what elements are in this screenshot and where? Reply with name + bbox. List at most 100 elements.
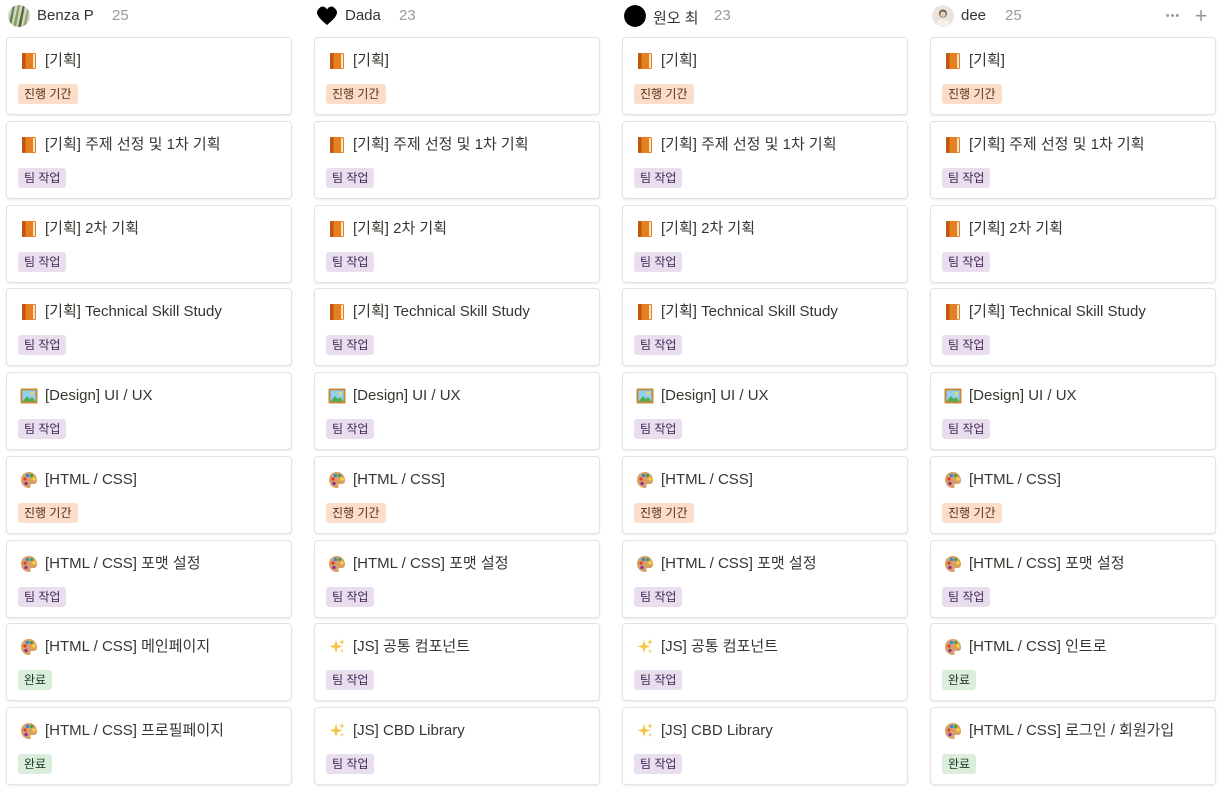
board-column: Benza P 25 [기획] 진행 기간 [기획] 주제 선정 및 1차 기획 팀 작업… [6, 0, 294, 788]
status-tag: 팀 작업 [326, 168, 375, 188]
status-tag: 팀 작업 [942, 587, 991, 607]
card-title: [JS] 공통 컴포넌트 [353, 638, 470, 655]
status-tag: 팀 작업 [942, 168, 991, 188]
status-tag: 진행 기간 [326, 503, 386, 523]
board-card[interactable]: [기획] 진행 기간 [314, 37, 600, 115]
board-card[interactable]: [JS] CBD Library 팀 작업 [314, 707, 600, 785]
board-card[interactable]: [HTML / CSS] 진행 기간 [6, 456, 292, 534]
status-tag: 진행 기간 [634, 84, 694, 104]
column-title: dee [961, 7, 987, 24]
card-title: [HTML / CSS] 메인페이지 [45, 638, 211, 655]
status-tag: 팀 작업 [326, 754, 375, 774]
board-card[interactable]: [JS] CBD Library 팀 작업 [622, 707, 908, 785]
board-card[interactable]: [기획] Technical Skill Study 팀 작업 [314, 288, 600, 366]
card-title: [기획] 주제 선정 및 1차 기획 [969, 136, 1145, 153]
board-card[interactable]: [JS] 공통 컴포넌트팀 작업 [314, 623, 600, 701]
book-icon [635, 302, 655, 322]
board-card[interactable]: [HTML / CSS] 포맷 설정팀 작업 [930, 540, 1216, 618]
board-card[interactable]: [기획] Technical Skill Study 팀 작업 [6, 288, 292, 366]
board-card[interactable]: [기획] 주제 선정 및 1차 기획 팀 작업 [6, 121, 292, 199]
board-card[interactable]: [기획] 2차 기획팀 작업 [622, 205, 908, 283]
board-view: Benza P 25 [기획] 진행 기간 [기획] 주제 선정 및 1차 기획팀 작업… [0, 0, 1229, 788]
status-tag: 팀 작업 [634, 168, 683, 188]
status-tag: 진행 기간 [18, 84, 78, 104]
board-card[interactable]: [HTML / CSS] 진행 기간 [314, 456, 600, 534]
board-card[interactable]: [기획] 2차 기획 팀 작업 [6, 205, 292, 283]
column-title: Benza P [37, 7, 94, 24]
card-title: [HTML / CSS] 포맷 설정 [45, 555, 201, 572]
board-card[interactable]: [Design] UI / UX 팀 작업 [6, 372, 292, 450]
photo-avatar [8, 5, 30, 27]
card-title: [기획] 주제 선정 및 1차 기획 [353, 136, 529, 153]
card-title: [JS] CBD Library [353, 722, 465, 739]
board-card[interactable]: [HTML / CSS] 로그인 / 회원가입 완료 [930, 707, 1216, 785]
board-card[interactable]: [Design] UI / UX 팀 작업 [314, 372, 600, 450]
palette-icon [943, 721, 963, 741]
board-card[interactable]: [JS] 공통 컴포넌트 팀 작업 [622, 623, 908, 701]
status-tag: 팀 작업 [634, 252, 683, 272]
card-title: [기획] Technical Skill Study [45, 303, 222, 320]
book-icon [327, 302, 347, 322]
status-tag: 팀 작업 [326, 670, 375, 690]
board-card[interactable]: [HTML / CSS] 포맷 설정 팀 작업 [6, 540, 292, 618]
column-header[interactable]: Benza P 25 [4, 0, 292, 32]
card-title: [기획] 2차 기획 [661, 220, 756, 237]
board-card[interactable]: [HTML / CSS] 메인페이지완료 [6, 623, 292, 701]
board-card[interactable]: [기획] 진행 기간 [930, 37, 1216, 115]
board-card[interactable]: [HTML / CSS] 진행 기간 [930, 456, 1216, 534]
board-card[interactable]: [HTML / CSS] 진행 기간 [622, 456, 908, 534]
status-tag: 팀 작업 [326, 335, 375, 355]
board-card[interactable]: [Design] UI / UX 팀 작업 [622, 372, 908, 450]
card-title: [HTML / CSS] 포맷 설정 [353, 555, 509, 572]
more-horizontal-icon[interactable]: ••• [1163, 6, 1183, 26]
board-card[interactable]: [기획] Technical Skill Study 팀 작업 [622, 288, 908, 366]
status-tag: 진행 기간 [326, 84, 386, 104]
board-card[interactable]: [HTML / CSS] 프로필페이지 완료 [6, 707, 292, 785]
status-tag: 팀 작업 [942, 335, 991, 355]
palette-icon [327, 470, 347, 490]
column-count: 25 [112, 7, 129, 24]
status-tag: 완료 [942, 670, 977, 690]
board-card[interactable]: [기획] 2차 기획 팀 작업 [314, 205, 600, 283]
board-card[interactable]: [기획] 2차 기획 팀 작업 [930, 205, 1216, 283]
status-tag: 팀 작업 [326, 587, 375, 607]
palette-icon [19, 721, 39, 741]
card-title: [기획] [353, 52, 389, 69]
board-card[interactable]: [HTML / CSS] 포맷 설정팀 작업 [314, 540, 600, 618]
board-card[interactable]: [기획] 주제 선정 및 1차 기획팀 작업 [314, 121, 600, 199]
status-tag: 팀 작업 [634, 587, 683, 607]
status-tag: 팀 작업 [18, 168, 67, 188]
book-icon [327, 51, 347, 71]
column-count: 25 [1005, 7, 1022, 24]
palette-icon [19, 470, 39, 490]
card-title: [HTML / CSS] 프로필페이지 [45, 722, 224, 739]
palette-icon [943, 554, 963, 574]
book-icon [635, 219, 655, 239]
card-title: [기획] 주제 선정 및 1차 기획 [661, 136, 837, 153]
status-tag: 진행 기간 [634, 503, 694, 523]
card-title: [Design] UI / UX [353, 387, 461, 404]
column-header[interactable]: 원오 최 23 [620, 0, 908, 32]
column-header[interactable]: dee 25 ••• + [928, 0, 1216, 32]
book-icon [943, 219, 963, 239]
board-card[interactable]: [기획] 주제 선정 및 1차 기획팀 작업 [930, 121, 1216, 199]
book-icon [327, 135, 347, 155]
board-card[interactable]: [Design] UI / UX 팀 작업 [930, 372, 1216, 450]
status-tag: 완료 [18, 670, 53, 690]
card-title: [HTML / CSS] [353, 471, 445, 488]
board-column: Dada 23 [기획] 진행 기간 [기획] 주제 선정 및 1차 기획 팀 작업 [기획… [314, 0, 602, 788]
board-column: dee 25 ••• + [기획] 진행 기간 [기획] 주제 선정 및 1차 기획 팀 작업… [930, 0, 1218, 788]
card-title: [HTML / CSS] 포맷 설정 [661, 555, 817, 572]
column-header[interactable]: Dada 23 [312, 0, 600, 32]
board-card[interactable]: [기획] 진행 기간 [6, 37, 292, 115]
board-card[interactable]: [HTML / CSS] 포맷 설정팀 작업 [622, 540, 908, 618]
status-tag: 진행 기간 [942, 503, 1002, 523]
card-title: [기획] 2차 기획 [353, 220, 448, 237]
board-card[interactable]: [기획] Technical Skill Study 팀 작업 [930, 288, 1216, 366]
card-title: [HTML / CSS] 포맷 설정 [969, 555, 1125, 572]
plus-icon[interactable]: + [1191, 5, 1211, 27]
board-card[interactable]: [기획] 주제 선정 및 1차 기획팀 작업 [622, 121, 908, 199]
board-card[interactable]: [HTML / CSS] 인트로 완료 [930, 623, 1216, 701]
card-title: [Design] UI / UX [661, 387, 769, 404]
board-card[interactable]: [기획] 진행 기간 [622, 37, 908, 115]
